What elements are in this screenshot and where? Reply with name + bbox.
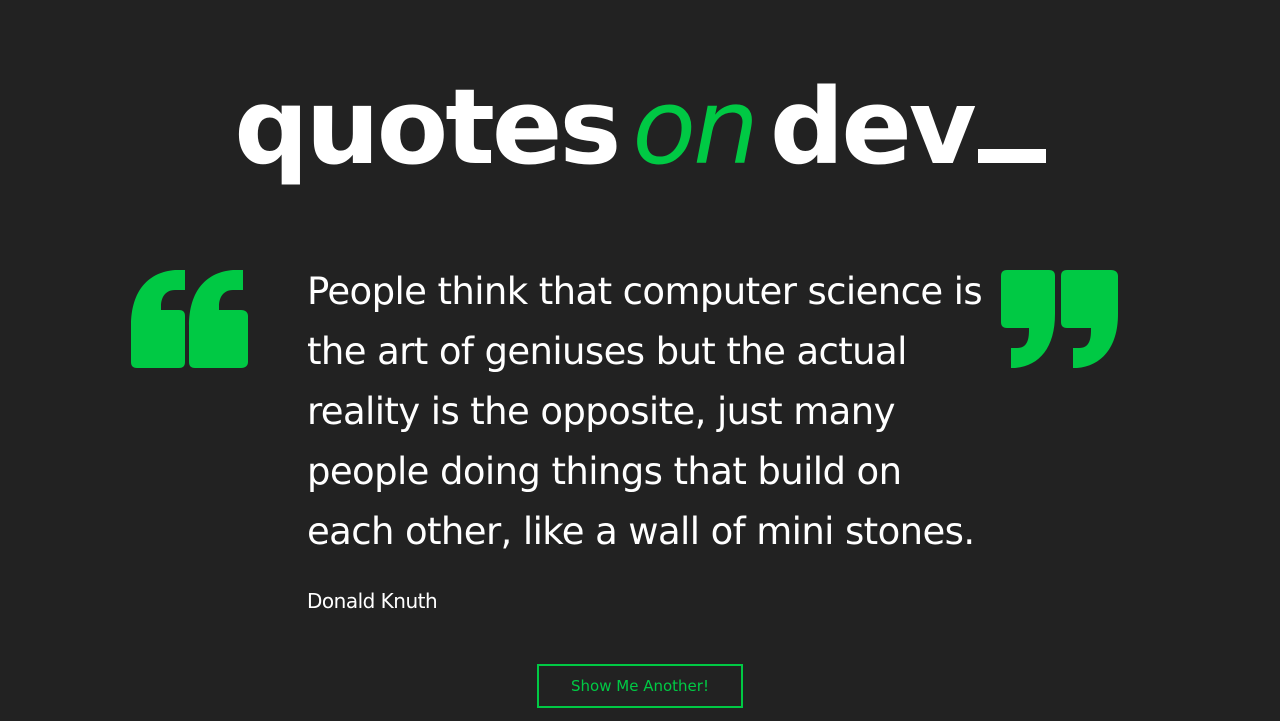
show-another-button[interactable]: Show Me Another! xyxy=(537,664,743,708)
logo-word-quotes: quotes xyxy=(234,66,621,188)
quote-text: People think that computer science is th… xyxy=(307,270,983,553)
page: quotes on dev People think that computer s… xyxy=(0,0,1280,721)
logo-cursor xyxy=(977,149,1046,163)
logo-word-on: on xyxy=(632,66,759,188)
logo-word-dev: dev xyxy=(769,66,977,188)
close-quote-icon xyxy=(1001,270,1118,368)
open-quote-icon xyxy=(131,270,248,368)
quote-author: Donald Knuth xyxy=(307,589,438,613)
site-logo: quotes on dev xyxy=(0,62,1280,192)
